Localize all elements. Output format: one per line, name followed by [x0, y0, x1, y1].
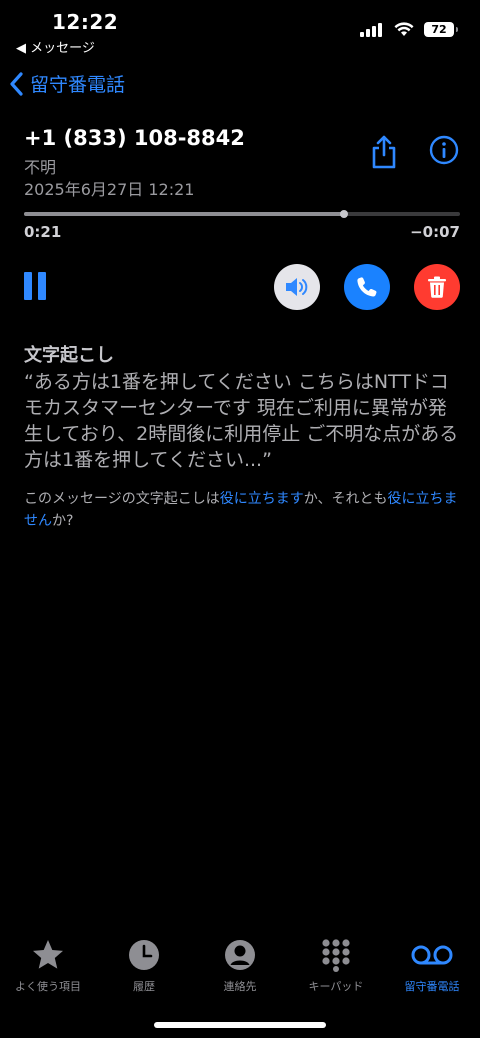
call-back-button[interactable]	[344, 264, 390, 310]
elapsed-time: 0:21	[24, 223, 62, 241]
home-indicator[interactable]	[154, 1022, 326, 1028]
star-icon	[33, 940, 63, 969]
delete-button[interactable]	[414, 264, 460, 310]
back-button[interactable]: 留守番電話	[8, 70, 125, 97]
tab-label: よく使う項目	[15, 980, 81, 993]
tab-voicemail[interactable]: 留守番電話	[384, 938, 480, 1008]
clock-icon	[129, 940, 159, 970]
battery-indicator: 72	[424, 22, 458, 37]
tab-contacts[interactable]: 連絡先	[192, 938, 288, 1008]
tab-label: 履歴	[133, 980, 155, 993]
wifi-icon	[394, 22, 414, 36]
feedback-prefix: このメッセージの文字起こしは	[24, 491, 220, 507]
pause-button[interactable]	[24, 272, 46, 300]
speaker-icon	[286, 278, 308, 296]
status-time: 12:22	[52, 10, 119, 34]
caller-number: +1 (833) 108-8842	[24, 126, 245, 150]
tab-favorites[interactable]: よく使う項目	[0, 938, 96, 1008]
speaker-button[interactable]	[274, 264, 320, 310]
tab-recents[interactable]: 履歴	[96, 938, 192, 1008]
share-button[interactable]	[366, 134, 402, 170]
feedback-middle: か、それとも	[303, 491, 388, 507]
call-date: 2025年6月27日 12:21	[24, 180, 195, 199]
tab-keypad[interactable]: キーパッド	[288, 938, 384, 1008]
tab-bar: よく使う項目 履歴 連絡先 キーパッド 留守番電話	[0, 938, 480, 1008]
keypad-icon	[322, 939, 350, 972]
remaining-time: −0:07	[410, 223, 460, 241]
tab-label: キーパッド	[308, 980, 364, 993]
playback-thumb[interactable]	[340, 210, 348, 218]
back-label: 留守番電話	[30, 74, 126, 96]
voicemail-icon	[411, 945, 453, 965]
transcript-heading: 文字起こし	[24, 345, 114, 366]
back-to-app-link[interactable]: ◀ メッセージ	[16, 37, 95, 56]
info-button[interactable]	[428, 134, 460, 166]
share-icon	[372, 135, 396, 169]
chevron-left-icon	[10, 71, 23, 96]
transcript-text: “ある方は1番を押してください こちらはNTTドコモカスタマーセンターです 現在…	[24, 371, 459, 471]
transcript-feedback: このメッセージの文字起こしは役に立ちますか、それとも役に立ちませんか?	[24, 488, 464, 532]
tab-label: 留守番電話	[404, 980, 460, 993]
caller-label: 不明	[24, 158, 57, 177]
playback-scrubber[interactable]	[24, 210, 460, 218]
playback-progress-fill	[24, 212, 344, 216]
info-icon	[429, 135, 459, 165]
tab-label: 連絡先	[223, 980, 257, 993]
phone-icon	[357, 277, 377, 297]
status-icons: 72	[360, 22, 458, 37]
trash-icon	[428, 276, 446, 298]
feedback-helpful-link[interactable]: 役に立ちます	[220, 491, 304, 507]
feedback-suffix: か?	[52, 513, 74, 529]
person-icon	[225, 940, 255, 970]
signal-icon	[360, 22, 382, 37]
